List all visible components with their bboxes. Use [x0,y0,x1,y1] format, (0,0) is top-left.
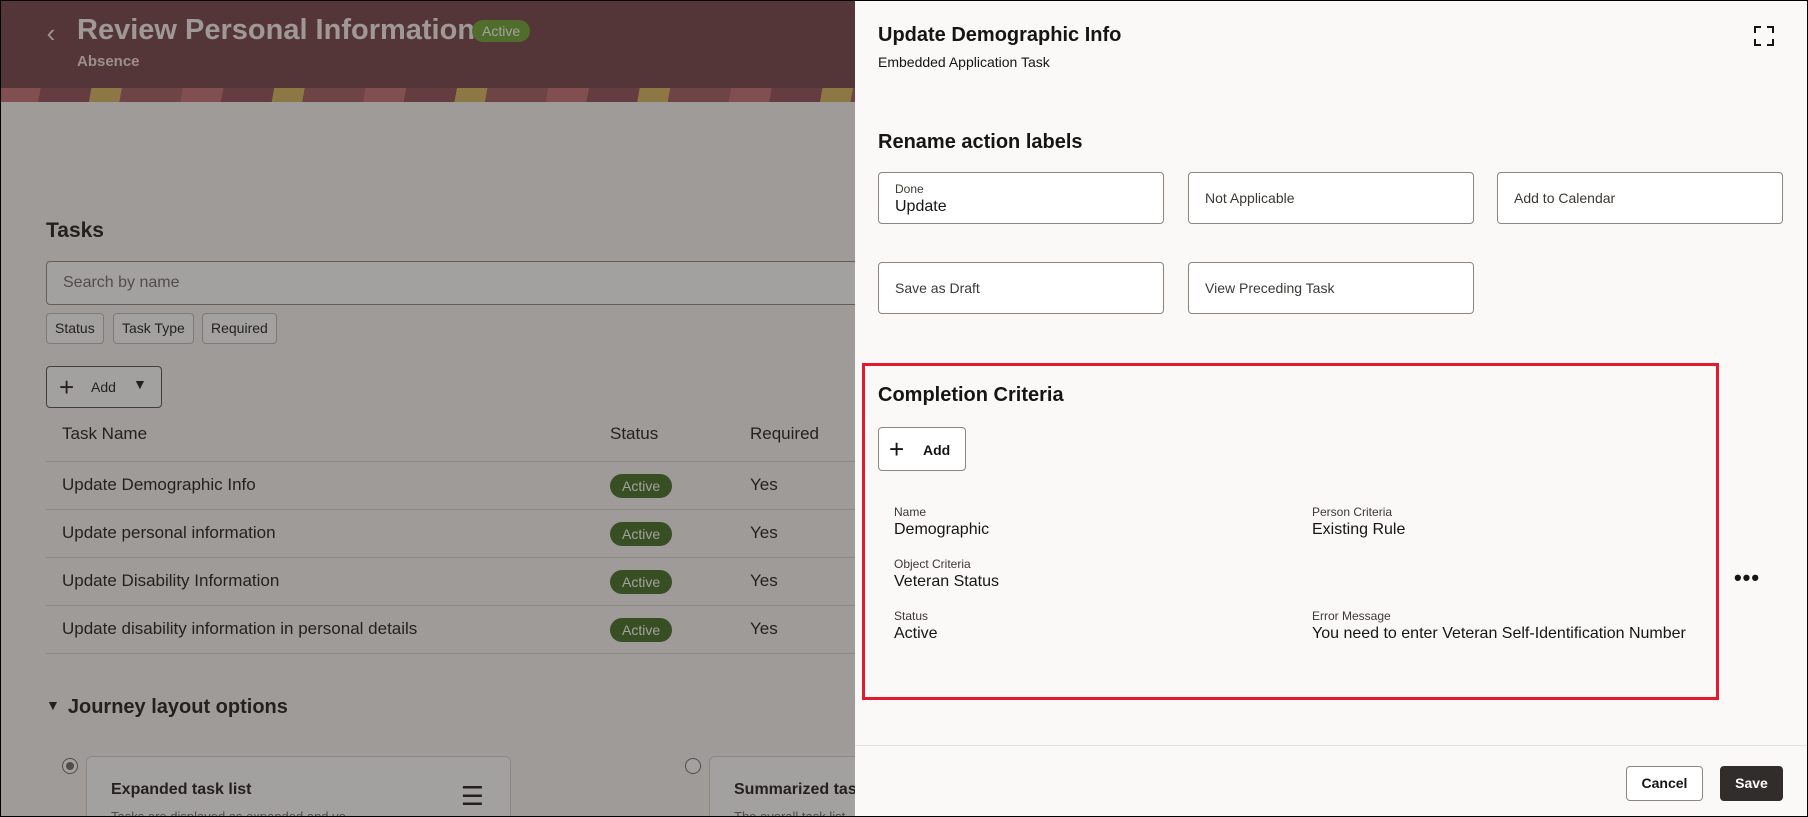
field-value: Update [895,198,947,215]
field-placeholder: Not Applicable [1205,190,1295,206]
object-criteria-value: Veteran Status [894,573,999,590]
criteria-name-label: Name [894,505,927,519]
not-applicable-field[interactable]: Not Applicable [1188,172,1474,224]
save-button[interactable]: Save [1720,766,1783,801]
add-criteria-label: Add [923,442,951,458]
rename-labels-heading: Rename action labels [878,131,1083,153]
person-criteria-label: Person Criteria [1312,505,1393,519]
drawer-subtitle: Embedded Application Task [878,54,1050,70]
drawer-title: Update Demographic Info [878,24,1122,46]
view-preceding-task-field[interactable]: View Preceding Task [1188,262,1474,314]
field-placeholder: View Preceding Task [1205,280,1335,296]
fullscreen-icon[interactable] [1753,25,1775,47]
criteria-name-value: Demographic [894,521,990,538]
completion-criteria-heading: Completion Criteria [878,384,1064,406]
cancel-button[interactable]: Cancel [1626,766,1703,801]
task-drawer: Update Demographic Info Embedded Applica… [855,0,1808,817]
person-criteria-value: Existing Rule [1312,521,1406,538]
error-message-value: You need to enter Veteran Self-Identific… [1312,625,1686,642]
criteria-status-value: Active [894,625,938,642]
add-to-calendar-field[interactable]: Add to Calendar [1497,172,1783,224]
completion-criteria-highlight [862,363,1719,700]
object-criteria-label: Object Criteria [894,557,971,571]
error-message-label: Error Message [1312,609,1391,623]
criteria-status-label: Status [894,609,929,623]
modal-overlay [0,0,855,817]
done-label-field[interactable]: Done Update [878,172,1164,224]
add-criteria-button[interactable]: + Add [878,427,966,471]
save-as-draft-field[interactable]: Save as Draft [878,262,1164,314]
field-placeholder: Add to Calendar [1514,190,1616,206]
more-actions-icon[interactable]: ••• [1732,567,1762,594]
footer-divider [855,745,1808,746]
field-label: Done [895,182,924,196]
field-placeholder: Save as Draft [895,280,980,296]
plus-icon: + [889,434,905,464]
